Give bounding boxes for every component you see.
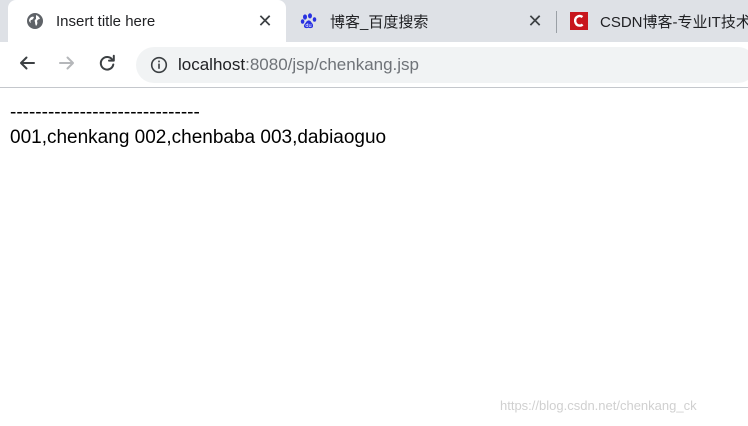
csdn-logo-icon: [570, 12, 588, 30]
forward-button[interactable]: [54, 52, 80, 78]
baidu-paw-icon: du: [300, 12, 318, 30]
close-icon[interactable]: ✕: [526, 11, 544, 31]
tab-title: 博客_百度搜索: [330, 13, 429, 31]
watermark: https://blog.csdn.net/chenkang_ck: [500, 398, 697, 413]
globe-icon: [26, 12, 44, 30]
reload-icon: [97, 53, 117, 78]
tab-title: Insert title here: [56, 12, 156, 30]
tab-title: CSDN博客-专业IT技术: [600, 13, 748, 31]
back-button[interactable]: [14, 52, 40, 78]
forward-arrow-icon: [57, 53, 77, 78]
close-icon[interactable]: ✕: [256, 11, 274, 31]
records-text: 001,chenkang 002,chenbaba 003,dabiaoguo: [10, 127, 387, 148]
tab-insert-title[interactable]: Insert title here ✕: [8, 0, 286, 42]
url-host: localhost: [178, 55, 246, 74]
tab-baidu-search[interactable]: du 博客_百度搜索 ✕: [286, 0, 556, 42]
separator-line-text: ------------------------------: [10, 102, 200, 123]
tab-strip: Insert title here ✕ du 博客_百度搜索 ✕ CSDN博客-…: [0, 0, 748, 42]
url-path: :8080/jsp/chenkang.jsp: [245, 55, 420, 74]
tab-separator: [556, 11, 557, 33]
address-bar[interactable]: localhost:8080/jsp/chenkang.jsp: [136, 47, 748, 83]
browser-toolbar: localhost:8080/jsp/chenkang.jsp: [0, 42, 748, 88]
reload-button[interactable]: [94, 52, 120, 78]
url-text[interactable]: localhost:8080/jsp/chenkang.jsp: [178, 55, 419, 75]
svg-text:du: du: [305, 23, 311, 29]
back-arrow-icon: [17, 53, 37, 78]
info-icon[interactable]: [150, 56, 168, 74]
tab-csdn[interactable]: CSDN博客-专业IT技术: [558, 0, 748, 42]
page-content: ------------------------------ 001,chenk…: [10, 100, 386, 150]
